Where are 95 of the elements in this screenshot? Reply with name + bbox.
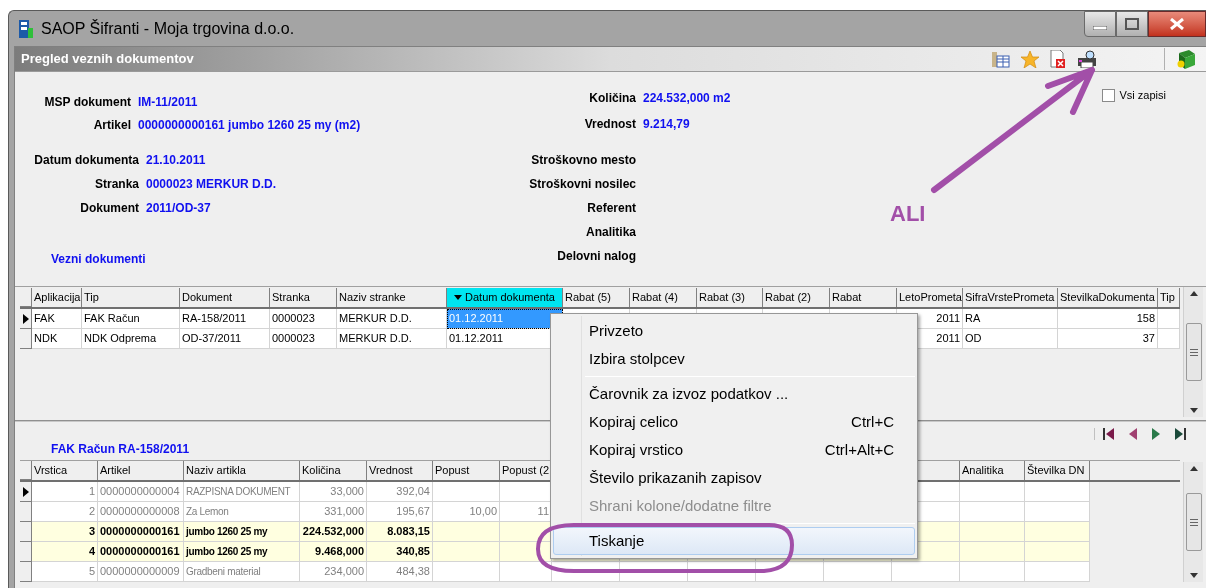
column-header[interactable]: Popust [433, 461, 500, 480]
column-header[interactable]: Količina [300, 461, 367, 480]
table-cell: 4 [32, 542, 98, 562]
menu-item[interactable]: Kopiraj celico Ctrl+C [553, 408, 915, 436]
field-label: MSP dokument [43, 93, 131, 111]
table-cell: 195,67 [367, 502, 433, 522]
field-label: Artikel [92, 116, 131, 134]
field-value: 21.10.2011 [146, 152, 206, 169]
column-header[interactable]: Dokument [180, 288, 270, 307]
table-cell: MERKUR D.D. [337, 309, 447, 329]
annotation-label: ALI [890, 200, 926, 228]
field-label: Analitika [585, 224, 636, 241]
column-header[interactable]: Rabat (3) [697, 288, 763, 307]
column-header[interactable]: Številka DN [1025, 461, 1090, 480]
field-label: Referent [586, 200, 636, 217]
table-cell: 392,04 [367, 482, 433, 502]
table-cell: 158 [1058, 309, 1158, 329]
table-cell: 11 [500, 502, 552, 522]
field-label: Stroškovno mesto [530, 152, 636, 169]
column-header[interactable]: Vrednost [367, 461, 433, 480]
field-value: 0000000000161 jumbo 1260 25 my (m2) [138, 116, 361, 134]
table-cell: Za Lemon [184, 502, 300, 522]
table-cell: 37 [1058, 329, 1158, 349]
table-cell: Gradbeni material [184, 562, 300, 582]
column-header[interactable]: SifraVrstePrometa [963, 288, 1058, 307]
column-header[interactable]: Stranka [270, 288, 337, 307]
table-cell: 3 [32, 522, 98, 542]
column-header[interactable]: Tip [82, 288, 180, 307]
table-cell: 0000000000008 [98, 502, 184, 522]
field-value: IM-11/2011 [138, 93, 198, 111]
column-header[interactable]: StevilkaDokumenta [1058, 288, 1158, 307]
table-cell: 8.083,15 [367, 522, 433, 542]
window-title: SAOP Šifranti - Moja trgovina d.o.o. [41, 18, 295, 39]
table-cell: 0000000000009 [98, 562, 184, 582]
column-header[interactable]: Rabat [830, 288, 897, 307]
field-label: Stranka [93, 176, 139, 193]
table-cell: NDK [32, 329, 82, 349]
column-header[interactable]: Tip [1158, 288, 1180, 307]
field-value: 0000023 MERKUR D.D. [146, 176, 277, 193]
table-cell: RA [963, 309, 1058, 329]
menu-item[interactable]: Kopiraj vrstico Ctrl+Alt+C [553, 436, 915, 464]
panel-title: Pregled veznih dokumentov [21, 50, 194, 69]
field-label: Datum dokumenta [33, 152, 139, 169]
checkbox-label: Vsi zapisi [1119, 88, 1166, 103]
menu-item[interactable]: Čarovnik za izvoz podatkov ... [553, 380, 915, 408]
column-header[interactable]: Artikel [98, 461, 184, 480]
field-label: Delovni nalog [556, 248, 636, 265]
table-cell: 484,38 [367, 562, 433, 582]
field-value: 2011/OD-37 [146, 200, 211, 217]
table-cell: NDK Odprema [82, 329, 180, 349]
column-header[interactable]: Vrstica [32, 461, 98, 480]
field-label: Količina [588, 90, 636, 107]
table-cell: 340,85 [367, 542, 433, 562]
table-cell: 0000000000004 [98, 482, 184, 502]
table-cell: 5 [32, 562, 98, 582]
menu-item[interactable]: Tiskanje [553, 527, 915, 555]
column-header[interactable]: Rabat (4) [630, 288, 697, 307]
table-cell: OD-37/2011 [180, 329, 270, 349]
table-cell: 33,000 [300, 482, 367, 502]
table-cell: FAK [32, 309, 82, 329]
table-cell: 234,000 [300, 562, 367, 582]
table-cell: 01.12.2011 [447, 309, 563, 329]
table-cell: MERKUR D.D. [337, 329, 447, 349]
table-cell: 1 [32, 482, 98, 502]
column-header[interactable]: Analitika [960, 461, 1025, 480]
table-cell: 224.532,000 [300, 522, 367, 542]
column-header[interactable]: Rabat (2) [763, 288, 830, 307]
field-value: 224.532,000 m2 [643, 90, 731, 107]
detail-title: FAK Račun RA-158/2011 [51, 441, 190, 458]
table-cell: FAK Račun [82, 309, 180, 329]
column-header[interactable]: Rabat (5) [563, 288, 630, 307]
field-label: Vrednost [583, 116, 636, 133]
field-label: Dokument [79, 200, 139, 217]
column-header[interactable]: Aplikacija [32, 288, 82, 307]
table-cell: 331,000 [300, 502, 367, 522]
table-cell: 2 [32, 502, 98, 522]
table-cell: 0000023 [270, 309, 337, 329]
table-cell: 0000000000161 [98, 542, 184, 562]
menu-item[interactable]: Število prikazanih zapisov [553, 464, 915, 492]
table-cell: 9.468,000 [300, 542, 367, 562]
column-header[interactable]: LetoPrometa [897, 288, 963, 307]
column-header[interactable]: Datum dokumenta [447, 288, 563, 307]
column-header[interactable]: Naziv stranke [337, 288, 447, 307]
table-cell: jumbo 1260 25 my [184, 522, 300, 542]
table-cell: 0000000000161 [98, 522, 184, 542]
table-cell: RAZPISNA DOKUMENT [184, 482, 300, 502]
table-cell: RA-158/2011 [180, 309, 270, 329]
field-value: 9.214,79 [643, 116, 690, 133]
column-header[interactable]: Naziv artikla [184, 461, 300, 480]
table-cell: OD [963, 329, 1058, 349]
field-label: Stroškovni nosilec [528, 176, 636, 193]
linked-documents-link[interactable]: Vezni dokumenti [51, 250, 146, 268]
table-cell: 10,00 [433, 502, 500, 522]
table-cell: jumbo 1260 25 my [184, 542, 300, 562]
table-cell: 0000023 [270, 329, 337, 349]
